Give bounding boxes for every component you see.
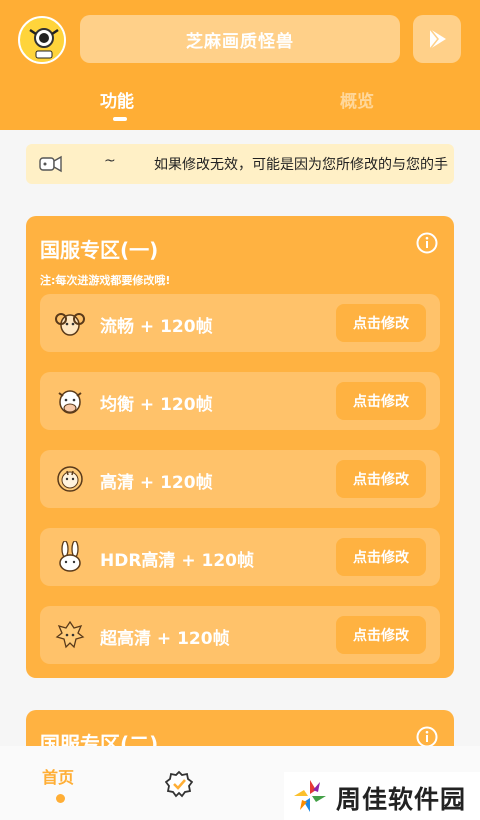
notice-text: 如果修改无效，可能是因为您所修改的与您的手 (154, 157, 448, 173)
ram-icon (55, 313, 85, 336)
tiger-icon (57, 466, 83, 492)
play-button[interactable] (413, 15, 461, 63)
info-icon[interactable] (416, 232, 438, 254)
watermark-text: 周佳软件园 (336, 785, 467, 814)
app-title: 芝麻画质怪兽 (80, 15, 400, 63)
row-label: 超高清 + 120帧 (100, 629, 230, 649)
list-item: HDR高清 + 120帧 点击修改 (40, 528, 440, 586)
badge-check-icon[interactable] (165, 770, 193, 798)
info-icon[interactable] (416, 726, 438, 748)
row-label: 流畅 + 120帧 (100, 317, 213, 337)
modify-button[interactable]: 点击修改 (336, 382, 426, 420)
modify-button[interactable]: 点击修改 (336, 616, 426, 654)
avatar-icon[interactable] (18, 16, 66, 64)
watermark-logo-icon (294, 780, 326, 812)
nav-home[interactable]: 首页 (42, 764, 74, 788)
modify-button[interactable]: 点击修改 (336, 538, 426, 576)
notice-bar: ~ 如果修改无效，可能是因为您所修改的与您的手 (26, 144, 454, 184)
tab-overview[interactable]: 概览 (340, 87, 374, 112)
nav-active-dot (56, 794, 65, 803)
list-item: 超高清 + 120帧 点击修改 (40, 606, 440, 664)
list-item: 流畅 + 120帧 点击修改 (40, 294, 440, 352)
list-item: 均衡 + 120帧 点击修改 (40, 372, 440, 430)
list-item: 高清 + 120帧 点击修改 (40, 450, 440, 508)
watermark: 周佳软件园 (284, 772, 480, 820)
section-title: 国服专区(一) (40, 238, 159, 262)
cow-icon (58, 390, 82, 414)
row-label: HDR高清 + 120帧 (100, 551, 254, 571)
notice-dash: ~ (104, 153, 116, 169)
active-tab-indicator (113, 117, 127, 121)
play-icon (429, 28, 446, 50)
section-note: 注:每次进游戏都要修改哦! (40, 274, 171, 287)
dragon-icon (55, 620, 85, 649)
row-label: 均衡 + 120帧 (100, 395, 213, 415)
megaphone-icon (39, 155, 62, 173)
tab-function[interactable]: 功能 (100, 87, 134, 112)
modify-button[interactable]: 点击修改 (336, 304, 426, 342)
rabbit-icon (59, 541, 81, 572)
modify-button[interactable]: 点击修改 (336, 460, 426, 498)
row-label: 高清 + 120帧 (100, 473, 213, 493)
app-header: 芝麻画质怪兽 功能 概览 (0, 0, 480, 130)
section-card-1: 国服专区(一) 注:每次进游戏都要修改哦! 流畅 + 120帧 点击修改 均衡 … (26, 216, 454, 678)
